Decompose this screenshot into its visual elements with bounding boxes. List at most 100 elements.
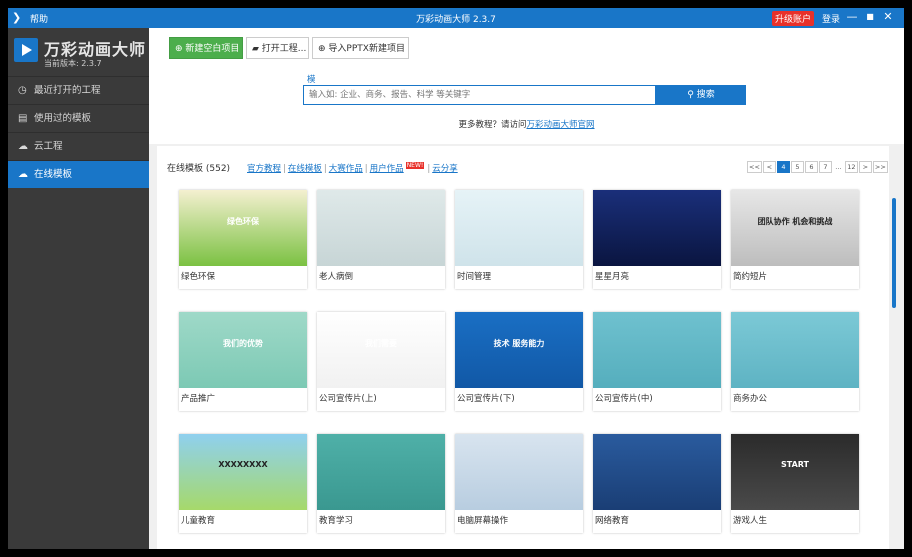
- sidebar-item[interactable]: ◷ 最近打开的工程: [8, 76, 149, 104]
- tutorial-text: 更多教程？请访问: [458, 120, 527, 130]
- pagination: << <4 5 6 7... 12 > >>: [747, 161, 889, 173]
- template-card[interactable]: 网络教育: [593, 434, 721, 533]
- template-title: 教育学习: [319, 516, 354, 526]
- sidebar-item-label: 在线模板: [34, 169, 73, 180]
- template-card[interactable]: 星星月亮: [593, 190, 721, 289]
- template-count-heading: 在线模板 (552): [167, 164, 231, 174]
- template-title: 游戏人生: [733, 516, 768, 526]
- template-title: 公司宣传片(中): [595, 394, 653, 404]
- tab-separator: |: [364, 164, 368, 174]
- template-thumbnail: [455, 434, 583, 510]
- template-thumbnail: [317, 434, 445, 510]
- new-blank-project-button[interactable]: ⊕ 新建空白项目: [169, 37, 243, 59]
- template-thumbnail: [731, 312, 859, 388]
- thumbnail-text: 绿色环保: [227, 217, 259, 226]
- sidebar-item[interactable]: ☁ 云工程: [8, 132, 149, 160]
- page-button[interactable]: >>: [872, 161, 888, 173]
- template-tab[interactable]: 云分享: [432, 164, 458, 174]
- page-button[interactable]: 7: [818, 161, 832, 173]
- page-button[interactable]: 12: [844, 161, 858, 173]
- thumbnail-text: START: [780, 460, 810, 469]
- import-pptx-button[interactable]: ⊕ 导入PPTX新建项目: [312, 37, 409, 59]
- window-title: 万彩动画大师 2.3.7: [416, 15, 496, 25]
- tab-separator: |: [283, 164, 286, 174]
- tab-separator: |: [323, 164, 327, 174]
- page-button: ...: [835, 163, 842, 171]
- import-pptx-label: 导入PPTX新建项目: [328, 44, 405, 54]
- sidebar-item[interactable]: ▤ 使用过的模板: [8, 104, 149, 132]
- brand-name: 万彩动画大师: [44, 40, 147, 59]
- template-card[interactable]: 我们的优势产品推广: [179, 312, 307, 411]
- template-title: 网络教育: [595, 516, 630, 526]
- maximize-button[interactable]: ■: [864, 12, 876, 21]
- template-card[interactable]: 团队协作 机会和挑战 简约短片: [731, 190, 859, 289]
- template-thumbnail: 我们的优势: [179, 312, 307, 388]
- search-button[interactable]: ⚲ 搜索: [656, 85, 746, 105]
- template-card[interactable]: 电脑屏幕操作: [455, 434, 583, 533]
- template-tab[interactable]: 大赛作品: [329, 164, 363, 174]
- template-thumbnail: [317, 190, 445, 266]
- open-project-button[interactable]: ▰ 打开工程...: [246, 37, 309, 59]
- minimize-button[interactable]: —: [846, 10, 858, 23]
- page-button[interactable]: 6: [804, 161, 818, 173]
- template-thumbnail: START: [731, 434, 859, 510]
- sidebar-item-label: 云工程: [34, 141, 63, 152]
- template-card[interactable]: 教育学习: [317, 434, 445, 533]
- template-title: 儿童教育: [181, 516, 216, 526]
- template-thumbnail: [455, 190, 583, 266]
- tab-separator: |: [427, 164, 431, 174]
- page-button[interactable]: <: [762, 161, 776, 173]
- template-card[interactable]: 商务办公: [731, 312, 859, 411]
- thumbnail-text: 我们的优势: [223, 339, 263, 348]
- plus-icon: ⊕: [175, 44, 183, 54]
- upgrade-account-button[interactable]: 升级账户: [772, 11, 815, 26]
- template-gallery: 在线模板 (552) 官方教程 | 在线模板 | 大赛作品 | 用户作品 NEW! | 云分享 <…: [157, 146, 896, 549]
- page-button[interactable]: 4: [776, 161, 790, 173]
- template-card[interactable]: 时间管理: [455, 190, 583, 289]
- close-button[interactable]: ✕: [882, 10, 894, 23]
- page-button[interactable]: <<: [747, 161, 762, 173]
- page-button[interactable]: >: [858, 161, 872, 173]
- open-project-label: 打开工程...: [261, 44, 307, 54]
- template-title: 时间管理: [457, 272, 492, 282]
- search-button-label: 搜索: [696, 90, 715, 100]
- page-button[interactable]: 5: [790, 161, 804, 173]
- template-thumbnail: 我们需要: [317, 312, 445, 388]
- template-card[interactable]: 技术 服务能力公司宣传片(下): [455, 312, 583, 411]
- official-site-link[interactable]: 万彩动画大师官网: [527, 120, 595, 130]
- template-card[interactable]: START 游戏人生: [731, 434, 859, 533]
- template-thumbnail: XXXXXXXX: [179, 434, 307, 510]
- template-tabs: 官方教程 | 在线模板 | 大赛作品 | 用户作品 NEW! | 云分享: [247, 162, 460, 174]
- sidebar-nav: ◷ 最近打开的工程 ▤ 使用过的模板 ☁ 云工程 ☁ 在线模板: [8, 76, 149, 188]
- login-link[interactable]: 登录: [822, 12, 840, 25]
- template-tab[interactable]: 用户作品: [370, 164, 404, 174]
- sidebar-item-label: 使用过的模板: [34, 113, 92, 124]
- template-card[interactable]: 公司宣传片(中): [593, 312, 721, 411]
- template-title: 绿色环保: [181, 272, 216, 282]
- tutorial-line: 更多教程？请访问万彩动画大师官网: [149, 118, 904, 130]
- template-title: 商务办公: [733, 394, 768, 404]
- template-title: 老人病倒: [319, 272, 354, 282]
- template-thumbnail: [593, 434, 721, 510]
- vertical-scrollbar[interactable]: [892, 198, 896, 308]
- sidebar-item[interactable]: ☁ 在线模板: [8, 160, 149, 188]
- template-tab[interactable]: 在线模板: [288, 164, 322, 174]
- new-badge: NEW!: [405, 162, 425, 169]
- template-card[interactable]: 我们需要 公司宣传片(上): [317, 312, 445, 411]
- search-input[interactable]: [303, 85, 656, 105]
- version-label: 当前版本: 2.3.7: [44, 59, 102, 68]
- template-thumbnail: 团队协作 机会和挑战: [731, 190, 859, 266]
- clock-icon: ◷: [18, 85, 27, 96]
- template-tab[interactable]: 官方教程: [247, 164, 281, 174]
- template-card[interactable]: XXXXXXXX 儿童教育: [179, 434, 307, 533]
- template-thumbnail: 技术 服务能力: [455, 312, 583, 388]
- template-title: 公司宣传片(下): [457, 394, 515, 404]
- template-title: 产品推广: [181, 394, 216, 404]
- search-icon: ⚲: [687, 90, 694, 100]
- app-window: ❯ 帮助 万彩动画大师 2.3.7 升级账户 登录 — ■ ✕ 万彩动画大师 当…: [8, 8, 904, 549]
- template-title: 电脑屏幕操作: [457, 516, 509, 526]
- template-card[interactable]: 绿色环保 绿色环保: [179, 190, 307, 289]
- folder-icon: ▰: [252, 44, 259, 54]
- template-card[interactable]: 老人病倒: [317, 190, 445, 289]
- new-blank-project-label: 新建空白项目: [185, 44, 240, 54]
